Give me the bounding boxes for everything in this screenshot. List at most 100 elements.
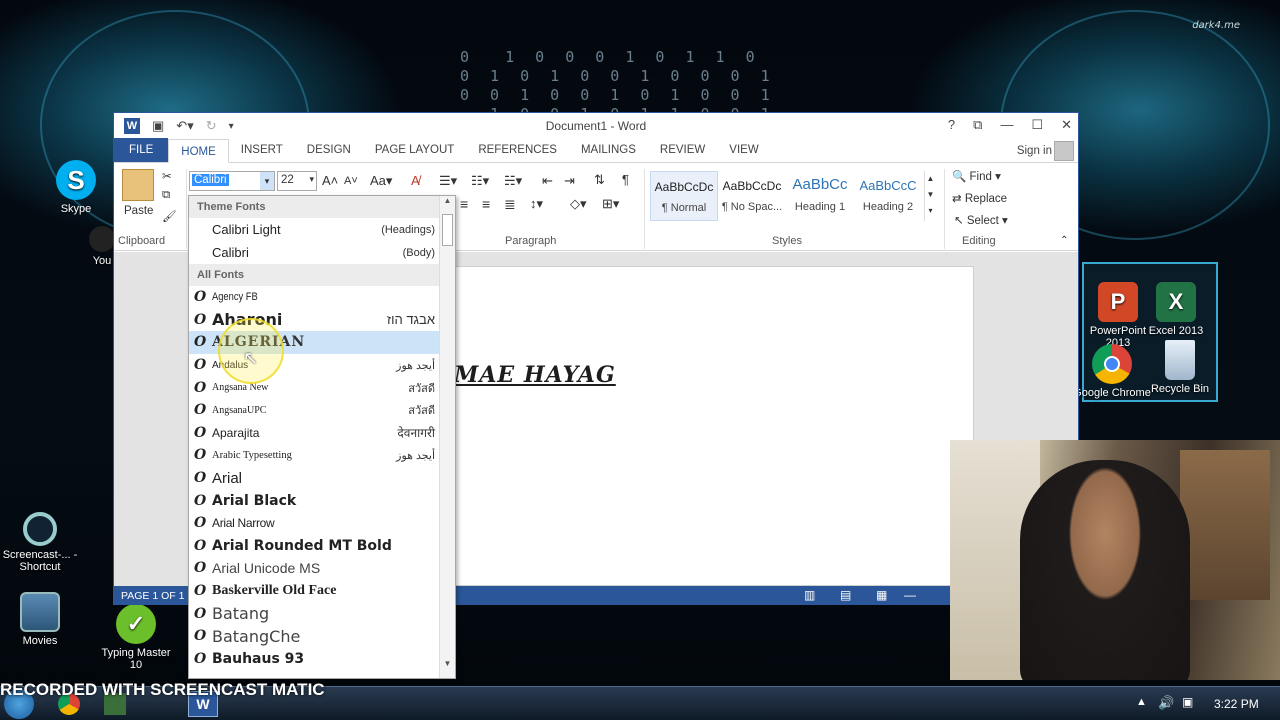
- paste-button[interactable]: Paste: [124, 205, 153, 217]
- font-option[interactable]: O Bauhaus 93: [189, 648, 455, 671]
- zoom-out-icon[interactable]: —: [904, 588, 916, 602]
- clock[interactable]: 3:22 PM: [1214, 697, 1259, 711]
- change-case-icon[interactable]: Aa▾: [370, 173, 392, 189]
- justify-icon[interactable]: ≣: [504, 196, 516, 213]
- desktop-icon-recycle-bin[interactable]: Recycle Bin: [1140, 340, 1220, 395]
- font-option-sample: สวัสดี: [408, 382, 435, 395]
- scrollbar-thumb[interactable]: [442, 214, 453, 246]
- avatar[interactable]: [1054, 141, 1074, 161]
- desktop-icon-movies[interactable]: Movies: [0, 592, 80, 647]
- tab-insert[interactable]: INSERT: [229, 138, 295, 162]
- numbering-icon[interactable]: ☷▾: [471, 173, 489, 189]
- font-option-sample: देवनागरी: [397, 426, 435, 441]
- scroll-up-icon[interactable]: ▲: [440, 196, 455, 205]
- font-name-input[interactable]: Calibri: [192, 174, 229, 186]
- font-option[interactable]: Calibri (Body): [189, 241, 455, 264]
- clear-formatting-icon[interactable]: A̸: [411, 173, 420, 188]
- copy-icon[interactable]: ⧉: [162, 189, 170, 202]
- bullets-icon[interactable]: ☰▾: [439, 173, 457, 189]
- paste-icon[interactable]: [122, 169, 154, 201]
- font-option[interactable]: O Arial Black: [189, 489, 455, 512]
- scroll-down-icon[interactable]: ▼: [440, 659, 455, 668]
- font-list-scrollbar[interactable]: ▲ ▼: [439, 196, 455, 678]
- opentype-icon: O: [194, 605, 207, 622]
- font-option[interactable]: O Baskerville Old Face: [189, 580, 455, 603]
- font-option-name: Calibri: [212, 245, 249, 260]
- font-option[interactable]: O Arial Narrow: [189, 512, 455, 535]
- tab-design[interactable]: DESIGN: [295, 138, 363, 162]
- theme-fonts-header: Theme Fonts: [189, 196, 455, 218]
- desktop-icon-screencast[interactable]: Screencast-... - Shortcut: [0, 512, 80, 573]
- tab-review[interactable]: REVIEW: [648, 138, 717, 162]
- tab-page-layout[interactable]: PAGE LAYOUT: [363, 138, 466, 162]
- select-label: Select: [966, 215, 999, 227]
- font-size-box[interactable]: 22 ▾: [277, 171, 317, 191]
- desktop-icon-skype[interactable]: S Skype: [36, 160, 116, 215]
- help-button[interactable]: ?: [948, 117, 955, 133]
- divider: [644, 169, 645, 249]
- font-option[interactable]: O Arial: [189, 467, 455, 490]
- font-option-name: Arial Black: [212, 492, 297, 509]
- style-no-spacing[interactable]: AaBbCcDc ¶ No Spac...: [718, 171, 786, 221]
- shrink-font-icon[interactable]: A˅: [344, 175, 358, 187]
- font-option[interactable]: O BatangChe: [189, 625, 455, 648]
- grow-font-icon[interactable]: A˄: [322, 173, 338, 188]
- read-mode-icon[interactable]: ▥: [804, 588, 815, 602]
- desktop-icon-typing-master[interactable]: ✓ Typing Master 10: [96, 604, 176, 671]
- network-icon[interactable]: ▣: [1182, 695, 1193, 709]
- font-option[interactable]: O Agency FB: [189, 286, 455, 309]
- align-center-icon[interactable]: ≡: [460, 196, 468, 212]
- font-option[interactable]: O AngsanaUPC สวัสดี: [189, 399, 455, 422]
- opentype-icon: O: [194, 470, 207, 487]
- document-text[interactable]: MAE HAYAG: [454, 362, 616, 388]
- tray-arrow-icon[interactable]: ▲: [1136, 696, 1147, 708]
- style-normal[interactable]: AaBbCcDc ¶ Normal: [650, 171, 718, 221]
- font-option[interactable]: O Angsana New สวัสดี: [189, 376, 455, 399]
- font-option[interactable]: O Arial Unicode MS: [189, 557, 455, 580]
- styles-scroll[interactable]: ▲ ▼ ▾: [924, 171, 936, 221]
- replace-button[interactable]: ⇄ Replace: [952, 191, 1007, 205]
- cut-icon[interactable]: ✂: [162, 169, 172, 183]
- style-heading-1[interactable]: AaBbCc Heading 1: [786, 171, 854, 221]
- page-count[interactable]: PAGE 1 OF 1: [121, 590, 184, 602]
- tab-home[interactable]: HOME: [168, 139, 229, 163]
- ribbon-display-icon[interactable]: ⧉: [973, 117, 982, 133]
- sign-in-link[interactable]: Sign in: [1017, 145, 1052, 157]
- shading-icon[interactable]: ◇▾: [570, 196, 587, 212]
- print-layout-icon[interactable]: ▤: [840, 588, 851, 602]
- sort-icon[interactable]: ⇅: [594, 172, 605, 188]
- chevron-down-icon[interactable]: ▾: [260, 172, 274, 190]
- font-size-input[interactable]: 22: [281, 174, 294, 186]
- style-heading-2[interactable]: AaBbCcC Heading 2: [854, 171, 922, 221]
- minimize-button[interactable]: —: [1000, 117, 1013, 133]
- style-name: ¶ No Spac...: [721, 201, 783, 213]
- align-right-icon[interactable]: ≡: [482, 196, 490, 212]
- show-marks-icon[interactable]: ¶: [622, 172, 629, 187]
- web-layout-icon[interactable]: ▦: [876, 588, 887, 602]
- line-spacing-icon[interactable]: ↕▾: [530, 196, 543, 212]
- format-painter-icon[interactable]: 🖌: [162, 209, 177, 223]
- select-button[interactable]: ↖ Select ▾: [954, 213, 1008, 227]
- font-option[interactable]: O Arabic Typesetting أيجد هوز: [189, 444, 455, 467]
- font-name-box[interactable]: Calibri ▾: [189, 171, 275, 191]
- tab-mailings[interactable]: MAILINGS: [569, 138, 648, 162]
- maximize-button[interactable]: ☐: [1031, 117, 1043, 133]
- close-button[interactable]: ✕: [1061, 117, 1072, 133]
- font-option[interactable]: O Aparajita देवनागरी: [189, 422, 455, 445]
- font-option[interactable]: Calibri Light (Headings): [189, 218, 455, 241]
- multilevel-list-icon[interactable]: ☵▾: [504, 173, 522, 189]
- desktop-icon-excel[interactable]: X Excel 2013: [1136, 282, 1216, 337]
- font-option[interactable]: O Arial Rounded MT Bold: [189, 535, 455, 558]
- collapse-ribbon-icon[interactable]: ⌃: [1060, 235, 1068, 246]
- tab-view[interactable]: VIEW: [717, 138, 770, 162]
- decrease-indent-icon[interactable]: ⇤: [542, 173, 553, 189]
- find-button[interactable]: 🔍 Find ▾: [952, 169, 1001, 183]
- chevron-down-icon[interactable]: ▾: [309, 174, 314, 185]
- tab-references[interactable]: REFERENCES: [466, 138, 569, 162]
- borders-icon[interactable]: ⊞▾: [602, 196, 619, 212]
- font-option[interactable]: O Batang: [189, 602, 455, 625]
- tab-file[interactable]: FILE: [114, 138, 169, 162]
- volume-icon[interactable]: 🔊: [1158, 695, 1174, 711]
- increase-indent-icon[interactable]: ⇥: [564, 173, 575, 189]
- font-option-name: Baskerville Old Face: [212, 583, 337, 599]
